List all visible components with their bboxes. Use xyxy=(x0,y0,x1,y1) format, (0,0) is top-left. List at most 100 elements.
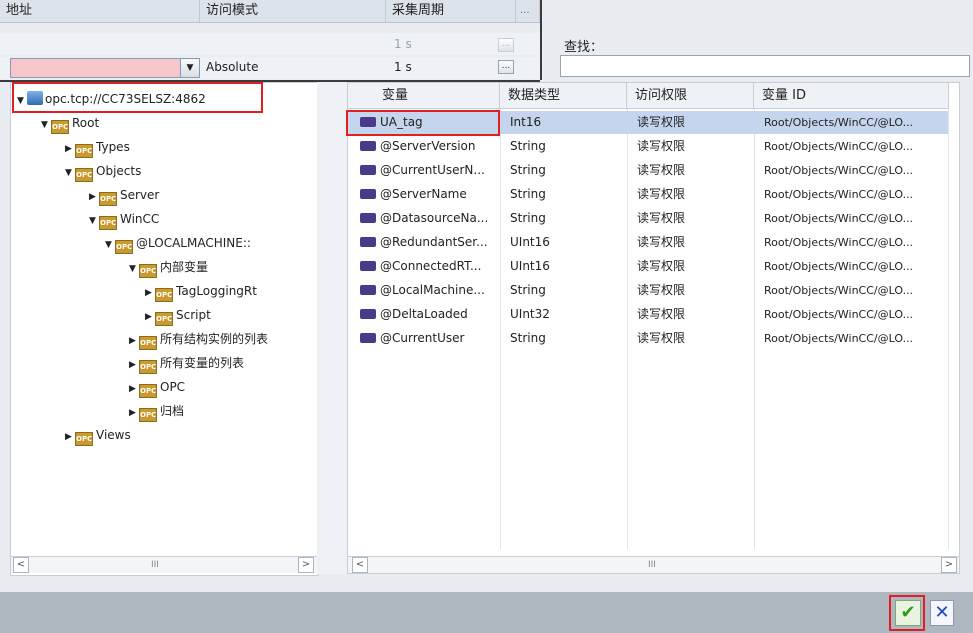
variable-name: @DeltaLoaded xyxy=(380,307,468,321)
table-row[interactable]: @ServerVersion String 读写权限 Root/Objects/… xyxy=(348,135,948,158)
search-label: 查找： xyxy=(564,40,604,55)
table-row[interactable]: @ServerName String 读写权限 Root/Objects/Win… xyxy=(348,183,948,206)
expand-icon: ▶ xyxy=(129,336,136,346)
opc-folder-icon: OPC xyxy=(51,120,69,134)
highlight-box-ua-tag xyxy=(346,110,500,136)
collapse-icon: ▼ xyxy=(105,240,112,250)
variable-name: @ServerName xyxy=(380,187,467,201)
opc-folder-icon: OPC xyxy=(139,336,157,350)
opc-folder-icon: OPC xyxy=(75,432,93,446)
tree-label: 内部变量 xyxy=(160,260,209,274)
tree-item-types[interactable]: ▶ OPC Types xyxy=(65,137,130,158)
column-header-datatype[interactable]: 数据类型 xyxy=(500,83,627,109)
table-row[interactable]: @RedundantSer... UInt16 读写权限 Root/Object… xyxy=(348,231,948,254)
tree-item-server-node[interactable]: ▶ OPC Server xyxy=(89,185,159,206)
scroll-grip[interactable]: III xyxy=(151,557,159,573)
header-ellipsis: ... xyxy=(516,0,540,22)
header-cycle[interactable]: 采集周期 xyxy=(386,0,516,22)
tag-icon xyxy=(360,165,376,175)
header-address[interactable]: 地址 xyxy=(0,0,200,22)
data-type: String xyxy=(510,211,546,225)
variable-name: @CurrentUserN... xyxy=(380,163,485,177)
expand-icon: ▶ xyxy=(145,288,152,298)
expand-icon: ▶ xyxy=(129,360,136,370)
data-type: UInt16 xyxy=(510,235,550,249)
column-header-variable-id[interactable]: 变量 ID xyxy=(754,83,949,109)
tree-item-all-tags[interactable]: ▶ OPC 所有变量的列表 xyxy=(129,353,245,374)
opc-folder-icon: OPC xyxy=(99,192,117,206)
tag-icon xyxy=(360,309,376,319)
variable-name: @ServerVersion xyxy=(380,139,476,153)
tree-item-views[interactable]: ▶ OPC Views xyxy=(65,425,131,446)
variable-name: @RedundantSer... xyxy=(380,235,488,249)
scroll-grip[interactable]: III xyxy=(648,557,656,573)
scroll-left-icon[interactable]: < xyxy=(13,557,29,573)
column-divider xyxy=(948,109,949,549)
cycle-value[interactable]: 1 s xyxy=(394,60,412,74)
tree-item-root[interactable]: ▼ OPC Root xyxy=(41,113,100,134)
tree-item-struct-instances[interactable]: ▶ OPC 所有结构实例的列表 xyxy=(129,329,268,350)
column-header-variable[interactable]: 变量 xyxy=(348,83,500,109)
data-type: String xyxy=(510,283,546,297)
access-right: 读写权限 xyxy=(637,307,686,321)
table-row[interactable]: @CurrentUserN... String 读写权限 Root/Object… xyxy=(348,159,948,182)
collapse-icon: ▼ xyxy=(65,168,72,178)
table-horizontal-scrollbar[interactable]: < III > xyxy=(348,556,959,573)
table-row[interactable]: @LocalMachine... String 读写权限 Root/Object… xyxy=(348,279,948,302)
tree-label: 所有变量的列表 xyxy=(160,356,245,370)
opc-folder-icon: OPC xyxy=(139,408,157,422)
opc-folder-icon: OPC xyxy=(75,168,93,182)
expand-icon: ▶ xyxy=(89,192,96,202)
tree-item-localmachine[interactable]: ▼ OPC @LOCALMACHINE:: xyxy=(105,233,251,254)
opc-folder-icon: OPC xyxy=(139,264,157,278)
tree-label: WinCC xyxy=(120,212,160,226)
table-row[interactable]: @CurrentUser String 读写权限 Root/Objects/Wi… xyxy=(348,327,948,350)
table-row[interactable]: @ConnectedRT... UInt16 读写权限 Root/Objects… xyxy=(348,255,948,278)
cycle-ellipsis-button[interactable]: ... xyxy=(498,60,514,74)
variable-id: Root/Objects/WinCC/@LO... xyxy=(764,284,914,297)
data-type: Int16 xyxy=(510,115,542,129)
search-input[interactable] xyxy=(560,55,970,77)
variable-id: Root/Objects/WinCC/@LO... xyxy=(764,236,914,249)
access-right: 读写权限 xyxy=(637,139,686,153)
scroll-right-icon[interactable]: > xyxy=(298,557,314,573)
access-mode-value[interactable]: Absolute xyxy=(206,60,258,74)
address-dropdown-button[interactable]: ▼ xyxy=(180,58,200,78)
highlight-box-server xyxy=(12,82,263,113)
tree-item-archive[interactable]: ▶ OPC 归档 xyxy=(129,401,185,422)
access-right: 读写权限 xyxy=(637,163,686,177)
tree-label: Script xyxy=(176,308,211,322)
access-right: 读写权限 xyxy=(637,259,686,273)
collapse-icon: ▼ xyxy=(89,216,96,226)
scroll-left-icon[interactable]: < xyxy=(352,557,368,573)
tree-label: Root xyxy=(72,116,100,130)
header-access-mode[interactable]: 访问模式 xyxy=(200,0,386,22)
tree-item-objects[interactable]: ▼ OPC Objects xyxy=(65,161,141,182)
tree-horizontal-scrollbar[interactable]: < III > xyxy=(11,556,318,573)
table-row[interactable]: @DeltaLoaded UInt32 读写权限 Root/Objects/Wi… xyxy=(348,303,948,326)
cancel-button[interactable]: ✕ xyxy=(930,600,954,626)
scroll-right-icon[interactable]: > xyxy=(941,557,957,573)
variable-id: Root/Objects/WinCC/@LO... xyxy=(764,164,914,177)
tree-item-wincc[interactable]: ▼ OPC WinCC xyxy=(89,209,160,230)
column-header-access[interactable]: 访问权限 xyxy=(627,83,754,109)
variable-id: Root/Objects/WinCC/@LO... xyxy=(764,212,914,225)
data-type: String xyxy=(510,139,546,153)
access-right: 读写权限 xyxy=(637,235,686,249)
opc-folder-icon: OPC xyxy=(75,144,93,158)
tree-label: 归档 xyxy=(160,404,185,418)
panel-divider xyxy=(540,0,542,80)
tree-item-tagloggingrt[interactable]: ▶ OPC TagLoggingRt xyxy=(145,281,257,302)
table-row[interactable]: @DatasourceNa... String 读写权限 Root/Object… xyxy=(348,207,948,230)
expand-icon: ▶ xyxy=(65,144,72,154)
tree-item-script[interactable]: ▶ OPC Script xyxy=(145,305,211,326)
opc-folder-icon: OPC xyxy=(99,216,117,230)
access-right: 读写权限 xyxy=(637,211,686,225)
tree-item-internal-tags[interactable]: ▼ OPC 内部变量 xyxy=(129,257,209,278)
opc-folder-icon: OPC xyxy=(115,240,133,254)
address-input[interactable] xyxy=(10,58,190,78)
default-cycle-ellipsis-button[interactable]: ... xyxy=(498,38,514,52)
variable-table: 变量 数据类型 访问权限 变量 ID UA_tag Int16 读写权限 Roo… xyxy=(347,82,960,574)
tree-label: @LOCALMACHINE:: xyxy=(136,236,251,250)
tree-item-opc[interactable]: ▶ OPC OPC xyxy=(129,377,185,398)
